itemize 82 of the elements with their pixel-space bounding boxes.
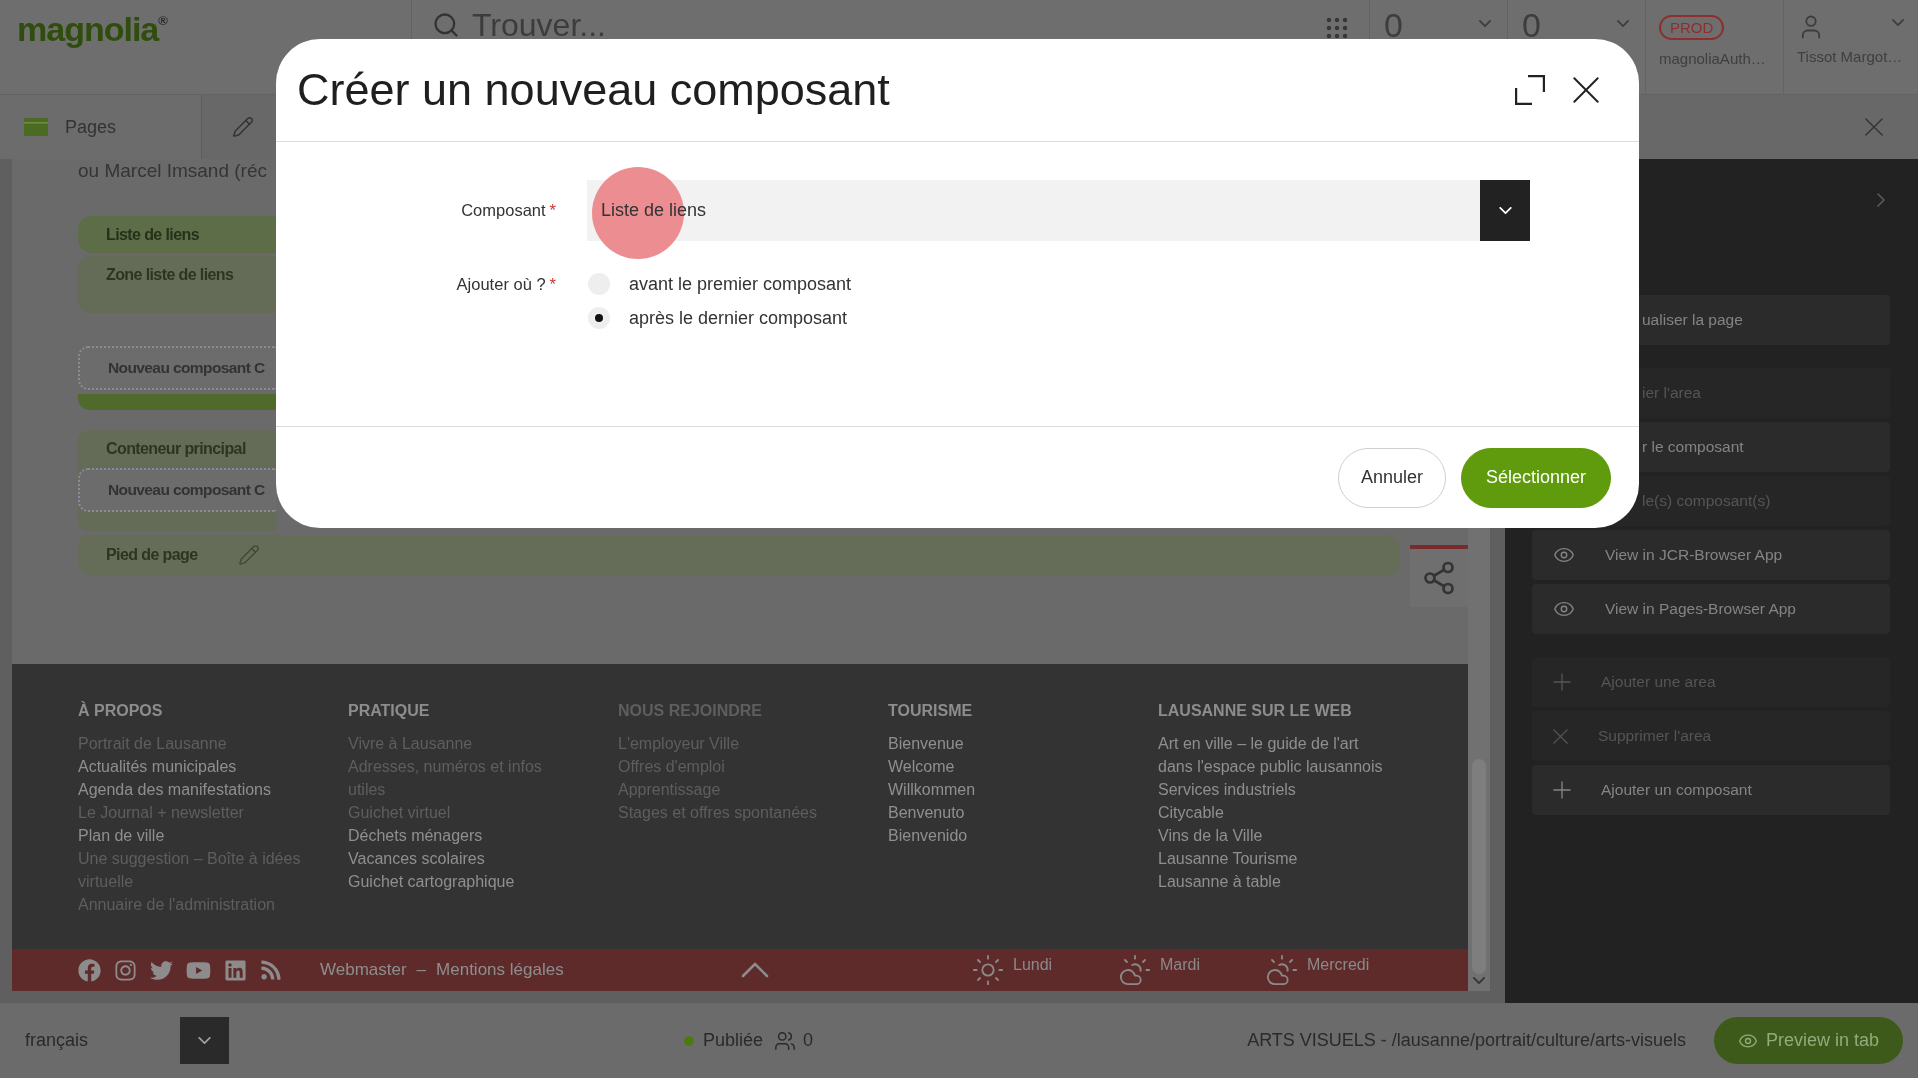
weather-day: Mercredi — [1307, 956, 1370, 974]
footer-link[interactable]: Guichet cartographique — [348, 870, 578, 893]
chevron-down-icon — [1892, 19, 1904, 26]
footer-link[interactable]: Benvenuto — [888, 801, 1118, 824]
close-icon[interactable] — [1573, 77, 1599, 103]
chevron-down-icon — [1479, 20, 1491, 27]
footer-link[interactable]: Services industriels — [1158, 778, 1388, 801]
rss-icon[interactable] — [260, 959, 282, 981]
status-label: Publiée — [703, 1030, 764, 1051]
linkedin-icon[interactable] — [224, 958, 247, 982]
cancel-button[interactable]: Annuler — [1337, 447, 1446, 508]
radio-option[interactable]: après le dernier composant — [587, 301, 1530, 335]
footer-link[interactable]: Bienvenue — [888, 732, 1118, 755]
footer-link[interactable]: Mentions légales — [436, 960, 564, 980]
footer-link[interactable]: Déchets ménagers — [348, 824, 578, 847]
weather-day: Mardi — [1160, 956, 1200, 974]
footer-link[interactable]: Willkommen — [888, 778, 1118, 801]
footer-heading: TOURISME — [888, 701, 974, 721]
radio-option[interactable]: avant le premier composant — [587, 267, 1530, 301]
footer-heading: À PROPOS — [78, 701, 164, 721]
footer-link[interactable]: Citycable — [1158, 801, 1388, 824]
action-item[interactable]: View in Pages-Browser App — [1532, 584, 1890, 634]
footer-link[interactable]: Art en ville – le guide de l'art dans l'espace public lausannois — [1158, 732, 1388, 778]
user-count: 0 — [803, 1030, 814, 1051]
chevron-up-icon[interactable] — [741, 962, 769, 978]
footer-link[interactable]: Lausanne à table — [1158, 870, 1388, 893]
area-label: Pied de page — [106, 546, 198, 564]
footer-link[interactable]: Lausanne Tourisme — [1158, 847, 1388, 870]
field-label: Composant * — [460, 201, 556, 220]
pencil-icon — [232, 116, 254, 138]
chevron-down-icon — [1498, 207, 1512, 214]
footer-link[interactable]: Bienvenido — [888, 824, 1118, 847]
environment-badge: PROD — [1659, 15, 1725, 40]
chevron-down-icon[interactable] — [1473, 977, 1485, 984]
area-label: Conteneur principal — [105, 439, 247, 459]
sun-icon — [971, 953, 1005, 987]
footer-link[interactable]: Plan de ville — [78, 824, 308, 847]
window-icon — [24, 118, 48, 136]
magnolia-logo: magnolia$^{®}$ — [17, 10, 168, 49]
new-component-placeholder[interactable]: Nouveau composant C — [78, 346, 276, 390]
plus-icon — [1553, 781, 1571, 799]
chevron-down-icon — [198, 1037, 211, 1044]
twitter-icon[interactable] — [150, 958, 173, 982]
footer-link[interactable]: Welcome — [888, 755, 1118, 778]
page-path: ARTS VISUELS - /lausanne/portrait/culture/arts-visuels — [1247, 1030, 1686, 1051]
footer-link[interactable]: Vins de la Ville — [1158, 824, 1388, 847]
select-button[interactable]: Sélectionner — [1460, 447, 1611, 508]
cloud-sun-icon — [1118, 953, 1152, 987]
component-select[interactable]: Liste de liens — [587, 180, 1530, 241]
area-label: Zone liste de liens — [105, 265, 235, 285]
share-icon — [1421, 560, 1457, 596]
footer-link[interactable]: Agenda des manifestations — [78, 778, 308, 801]
app-grid-icon[interactable] — [1326, 17, 1348, 39]
expand-icon[interactable] — [1515, 75, 1545, 105]
dialog-title: Créer un nouveau composant — [297, 64, 890, 116]
action-item[interactable]: Ajouter un composant — [1532, 765, 1890, 815]
close-icon — [1553, 728, 1568, 744]
share-button[interactable] — [1410, 545, 1468, 607]
new-component-placeholder[interactable]: Nouveau composant C — [78, 468, 276, 512]
footer-link[interactable]: Vacances scolaires — [348, 847, 578, 870]
users-icon — [774, 1029, 797, 1052]
footer-heading: LAUSANNE SUR LE WEB — [1158, 701, 1353, 721]
instagram-icon[interactable] — [114, 958, 137, 982]
plus-icon — [1553, 673, 1571, 691]
field-label: Ajouter où ? * — [455, 275, 556, 294]
facebook-icon[interactable] — [78, 958, 101, 982]
cloud-sun-icon — [1265, 953, 1299, 987]
preview-button[interactable]: Preview in tab — [1714, 1017, 1903, 1064]
footer-link[interactable]: Actualités municipales — [78, 755, 308, 778]
weather-day: Lundi — [1013, 956, 1053, 974]
language-select[interactable]: français — [12, 1017, 229, 1064]
pencil-icon[interactable] — [237, 544, 260, 566]
footer-link[interactable]: Webmaster — [320, 960, 407, 980]
app-tab[interactable]: Pages — [0, 95, 202, 159]
chevron-down-icon — [1617, 20, 1629, 27]
search-icon — [432, 11, 460, 39]
action-item[interactable]: View in JCR-Browser App — [1532, 530, 1890, 580]
footer-heading: PRATIQUE — [348, 701, 431, 721]
component-bar[interactable]: Liste de liens — [78, 216, 276, 253]
chevron-right-icon[interactable] — [1877, 193, 1885, 207]
link-separator: – — [416, 960, 427, 980]
radio-button[interactable] — [588, 307, 610, 329]
